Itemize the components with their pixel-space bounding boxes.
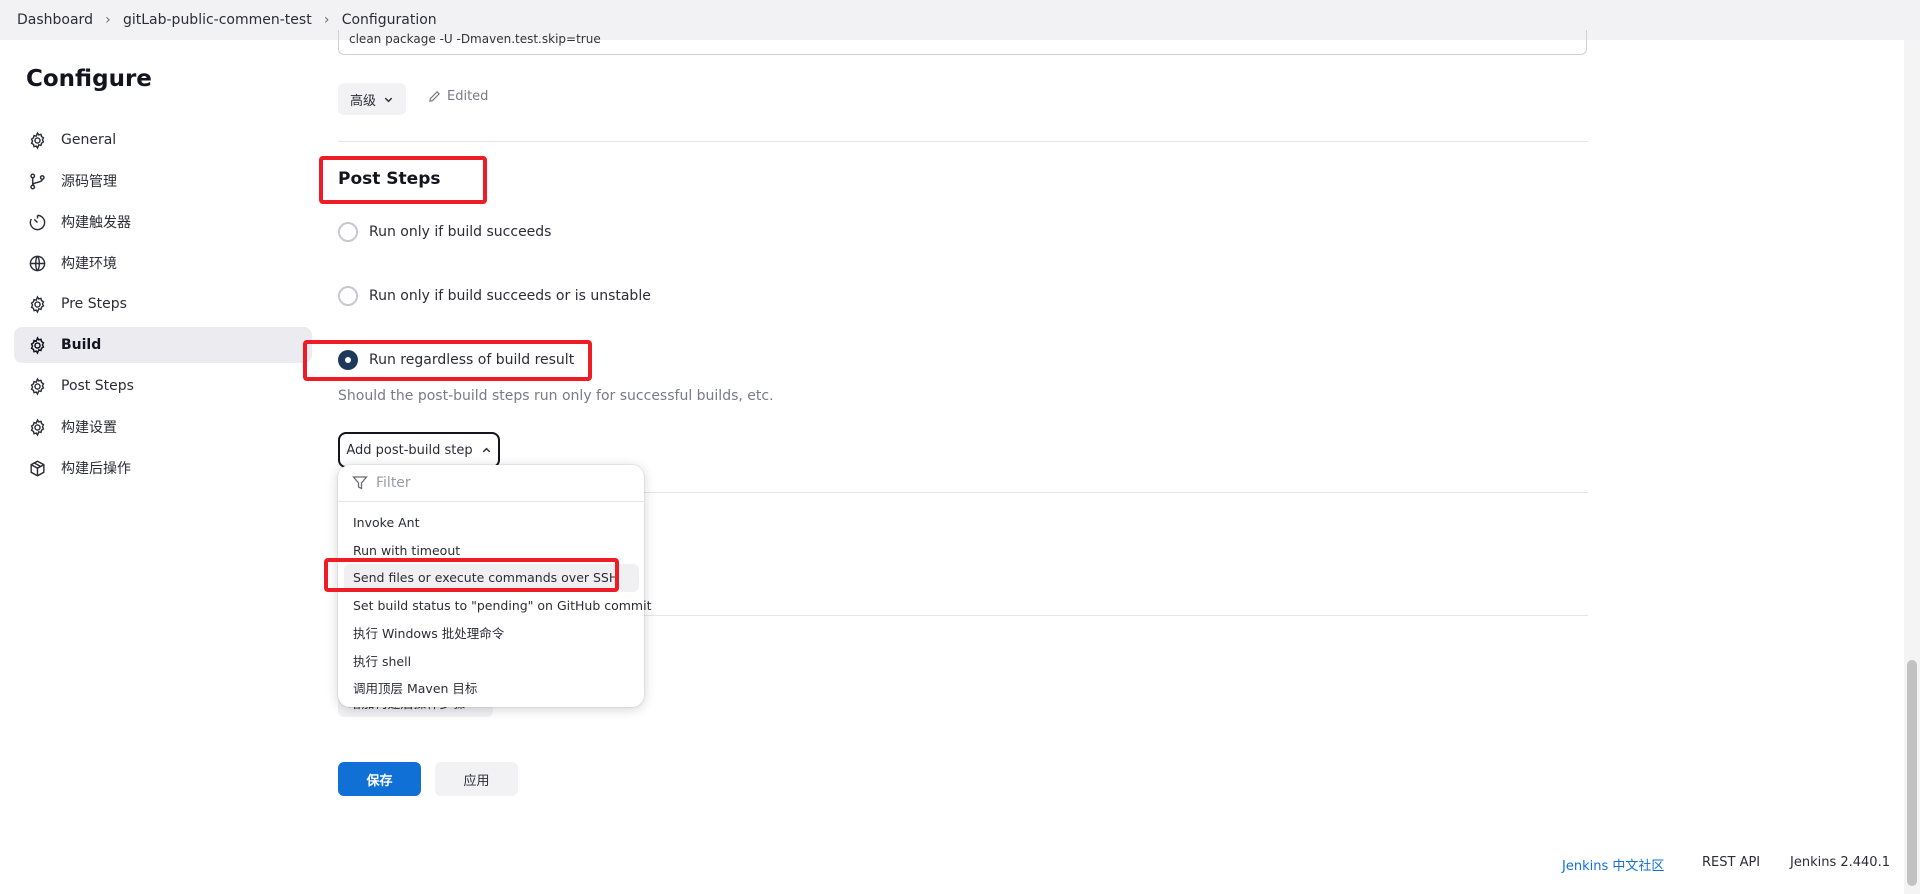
radio-run-if-success-or-unstable[interactable]: Run only if build succeeds or is unstabl… bbox=[338, 286, 651, 306]
sidebar-item-build-settings[interactable]: 构建设置 bbox=[14, 409, 312, 445]
page-title: Configure bbox=[26, 66, 152, 92]
menu-item-windows-batch[interactable]: 执行 Windows 批处理命令 bbox=[338, 619, 639, 647]
sidebar-item-label: 源码管理 bbox=[61, 174, 117, 190]
globe-icon bbox=[29, 255, 46, 271]
sidebar-item-build-environment[interactable]: 构建环境 bbox=[14, 245, 312, 281]
menu-item-run-with-timeout[interactable]: Run with timeout bbox=[338, 537, 639, 565]
sidebar-item-label: 构建设置 bbox=[61, 420, 117, 436]
jenkins-configure-page: Dashboard › gitLab-public-commen-test › … bbox=[0, 0, 1920, 894]
timer-icon bbox=[29, 214, 46, 230]
post-steps-help: Should the post-build steps run only for… bbox=[338, 388, 774, 404]
gear-icon bbox=[30, 130, 45, 150]
radio-button[interactable] bbox=[338, 222, 358, 242]
menu-list: Invoke Ant Run with timeout Send files o… bbox=[338, 502, 651, 702]
advanced-button[interactable]: 高级 bbox=[338, 83, 406, 115]
menu-item-execute-shell[interactable]: 执行 shell bbox=[338, 647, 639, 675]
source-branch-icon bbox=[30, 173, 45, 189]
save-button[interactable]: 保存 bbox=[338, 762, 421, 796]
radio-run-regardless[interactable]: Run regardless of build result bbox=[338, 350, 574, 370]
radio-button[interactable] bbox=[338, 286, 358, 306]
apply-button[interactable]: 应用 bbox=[435, 762, 518, 796]
menu-item-invoke-ant[interactable]: Invoke Ant bbox=[338, 509, 639, 537]
menu-item-send-files-over-ssh[interactable]: Send files or execute commands over SSH bbox=[344, 564, 639, 592]
filter-icon bbox=[352, 476, 368, 490]
sidebar-item-label: Post Steps bbox=[61, 378, 134, 394]
advanced-button-label: 高级 bbox=[349, 93, 376, 109]
breadcrumb-configuration[interactable]: Configuration bbox=[342, 12, 437, 28]
cube-icon bbox=[30, 459, 45, 477]
sidebar-item-build[interactable]: Build bbox=[14, 327, 312, 363]
radio-run-if-success[interactable]: Run only if build succeeds bbox=[338, 222, 551, 242]
gear-icon bbox=[30, 335, 45, 355]
add-post-build-step-button[interactable]: Add post-build step bbox=[338, 432, 500, 468]
breadcrumb-job[interactable]: gitLab-public-commen-test bbox=[123, 12, 312, 28]
footer-rest-api-link[interactable]: REST API bbox=[1702, 855, 1760, 870]
breadcrumb-dashboard[interactable]: Dashboard bbox=[17, 12, 93, 28]
maven-goals-input[interactable]: clean package -U -Dmaven.test.skip=true bbox=[338, 30, 1587, 55]
menu-item-set-github-status[interactable]: Set build status to "pending" on GitHub … bbox=[338, 592, 651, 620]
gear-icon bbox=[30, 417, 45, 437]
sidebar-nav: General 源码管理 构建触发器 构建环境 Pre Steps Build … bbox=[14, 122, 312, 491]
sidebar-item-pre-steps[interactable]: Pre Steps bbox=[14, 286, 312, 322]
sidebar-item-build-triggers[interactable]: 构建触发器 bbox=[14, 204, 312, 240]
radio-button-checked[interactable] bbox=[338, 350, 358, 370]
sidebar-item-source-control[interactable]: 源码管理 bbox=[14, 163, 312, 199]
radio-label: Run only if build succeeds bbox=[369, 224, 552, 240]
breadcrumb-separator: › bbox=[323, 12, 330, 28]
gear-icon bbox=[30, 294, 45, 314]
section-divider bbox=[338, 141, 1588, 142]
pencil-icon bbox=[429, 91, 440, 102]
sidebar-item-label: General bbox=[61, 132, 117, 148]
breadcrumb-separator: › bbox=[105, 12, 111, 28]
sidebar-item-post-build-actions[interactable]: 构建后操作 bbox=[14, 450, 312, 486]
sidebar-item-post-steps[interactable]: Post Steps bbox=[14, 368, 312, 404]
footer-community-link[interactable]: Jenkins 中文社区 bbox=[1562, 855, 1664, 874]
sidebar-item-label: Build bbox=[61, 337, 102, 353]
sidebar-item-label: 构建触发器 bbox=[61, 215, 131, 231]
sidebar-item-label: 构建后操作 bbox=[61, 461, 131, 477]
sidebar-item-label: 构建环境 bbox=[61, 256, 117, 272]
chevron-down-icon bbox=[384, 97, 393, 102]
filter-placeholder: Filter bbox=[376, 475, 411, 491]
edited-indicator: Edited bbox=[428, 89, 488, 104]
menu-filter-input[interactable]: Filter bbox=[338, 465, 644, 502]
chevron-up-icon bbox=[482, 447, 490, 452]
sidebar-item-label: Pre Steps bbox=[61, 296, 127, 312]
add-post-build-step-label: Add post-build step bbox=[346, 442, 473, 458]
sidebar-item-general[interactable]: General bbox=[14, 122, 312, 158]
gear-icon bbox=[30, 376, 45, 396]
edited-label: Edited bbox=[447, 89, 489, 104]
footer-version[interactable]: Jenkins 2.440.1 bbox=[1790, 855, 1890, 870]
menu-item-invoke-maven[interactable]: 调用顶层 Maven 目标 bbox=[338, 674, 639, 702]
radio-label: Run only if build succeeds or is unstabl… bbox=[369, 288, 651, 304]
post-build-step-menu: Filter Invoke Ant Run with timeout Send … bbox=[338, 465, 651, 707]
post-steps-title: Post Steps bbox=[338, 169, 441, 189]
scrollbar-thumb[interactable] bbox=[1907, 660, 1917, 886]
radio-label: Run regardless of build result bbox=[369, 352, 575, 368]
